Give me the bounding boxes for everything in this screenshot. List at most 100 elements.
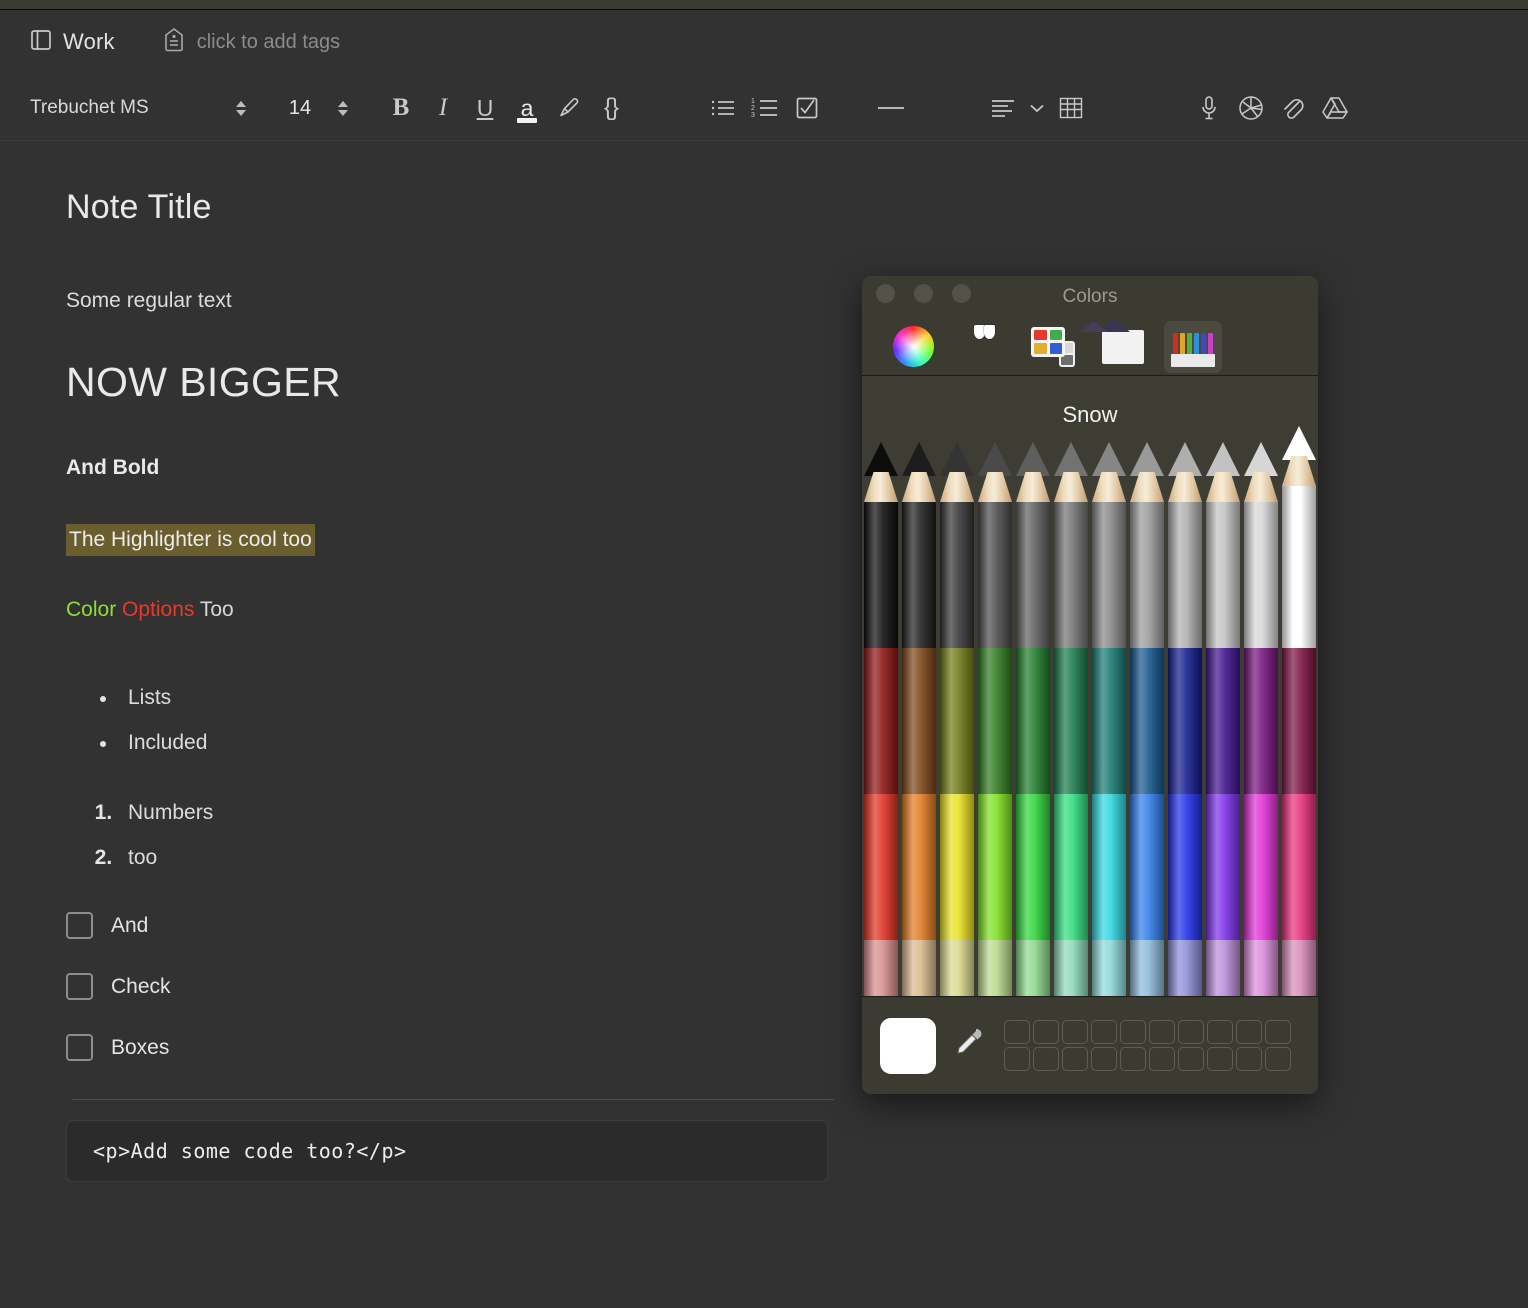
pencil-barrel: [1016, 794, 1050, 940]
horizontal-rule-button[interactable]: [870, 87, 912, 129]
code-block[interactable]: <p>Add some code too?</p>: [66, 1120, 828, 1182]
camera-shutter-icon: [1238, 95, 1264, 121]
highlighter-button[interactable]: [548, 87, 590, 129]
minimize-button[interactable]: [914, 284, 933, 303]
tab-pencils[interactable]: [1164, 321, 1222, 373]
bold-button[interactable]: B: [380, 87, 422, 129]
pencil-barrel: [864, 502, 898, 648]
pencil-swatch[interactable]: [1014, 442, 1052, 648]
table-button[interactable]: [1050, 87, 1092, 129]
color-slot[interactable]: [1265, 1020, 1291, 1044]
list-item[interactable]: Boxes: [66, 1034, 840, 1061]
checkbox-input[interactable]: [66, 1034, 93, 1061]
paragraph-regular: Some regular text: [66, 289, 840, 313]
pencil-grid[interactable]: [862, 442, 1318, 996]
color-slot[interactable]: [1149, 1020, 1175, 1044]
colors-panel[interactable]: Colors: [862, 276, 1318, 1094]
pencil-swatch[interactable]: [1280, 442, 1318, 648]
tab-color-sliders[interactable]: [954, 321, 1012, 373]
bullet-list-button[interactable]: [702, 87, 744, 129]
current-color-swatch[interactable]: [880, 1018, 936, 1074]
colored-word-green: Color: [66, 598, 116, 621]
checkbox-label: Check: [111, 975, 171, 999]
color-slot[interactable]: [1062, 1047, 1088, 1071]
checkbox-input[interactable]: [66, 973, 93, 1000]
color-slot[interactable]: [1120, 1047, 1146, 1071]
microphone-button[interactable]: [1188, 87, 1230, 129]
pencil-tip: [1206, 442, 1240, 476]
align-button[interactable]: [982, 87, 1024, 129]
pencil-wood: [1244, 472, 1278, 502]
font-size-value[interactable]: 14: [274, 97, 326, 120]
colors-panel-titlebar[interactable]: Colors: [862, 276, 1318, 318]
color-slot[interactable]: [1236, 1047, 1262, 1071]
pencil-swatch[interactable]: [938, 442, 976, 648]
tag-icon: [163, 27, 185, 58]
drive-button[interactable]: [1314, 87, 1356, 129]
text-color-button[interactable]: a: [506, 87, 548, 129]
pencil-barrel: [978, 794, 1012, 940]
color-slot[interactable]: [1033, 1047, 1059, 1071]
checkbox-input[interactable]: [66, 912, 93, 939]
tag-area[interactable]: click to add tags: [163, 27, 340, 58]
color-slot[interactable]: [1149, 1047, 1175, 1071]
color-slot[interactable]: [1091, 1020, 1117, 1044]
text-color-indicator: [517, 118, 537, 123]
color-slot[interactable]: [1207, 1047, 1233, 1071]
underline-button[interactable]: U: [464, 87, 506, 129]
color-slot[interactable]: [1091, 1047, 1117, 1071]
checkbox-list-icon: [795, 96, 819, 120]
pencil-swatch[interactable]: [1166, 442, 1204, 648]
tab-color-wheel[interactable]: [884, 321, 942, 373]
color-slot[interactable]: [1062, 1020, 1088, 1044]
pencil-swatch[interactable]: [1052, 442, 1090, 648]
checklist-button[interactable]: [786, 87, 828, 129]
svg-text:2: 2: [751, 105, 755, 112]
colored-word-plain: Too: [194, 598, 233, 621]
list-item[interactable]: And: [66, 912, 840, 939]
font-family-value[interactable]: Trebuchet MS: [30, 97, 230, 119]
color-slot[interactable]: [1033, 1020, 1059, 1044]
code-button[interactable]: {}: [590, 87, 632, 129]
color-slot[interactable]: [1236, 1020, 1262, 1044]
tab-image-palettes[interactable]: [1094, 321, 1152, 373]
note-content-area[interactable]: Note Title Some regular text NOW BIGGER …: [0, 142, 840, 1308]
color-slot[interactable]: [1004, 1047, 1030, 1071]
notebook-selector[interactable]: Work: [30, 28, 115, 57]
color-slot[interactable]: [1178, 1047, 1204, 1071]
attachment-button[interactable]: [1272, 87, 1314, 129]
color-slot[interactable]: [1207, 1020, 1233, 1044]
pencil-tip: [1130, 442, 1164, 476]
pencil-swatch[interactable]: [976, 442, 1014, 648]
eyedropper-icon[interactable]: [952, 1024, 984, 1068]
font-family-stepper[interactable]: [230, 94, 252, 122]
pencil-barrel: [1092, 502, 1126, 648]
camera-button[interactable]: [1230, 87, 1272, 129]
pencil-swatch[interactable]: [1242, 442, 1280, 648]
color-slot[interactable]: [1265, 1047, 1291, 1071]
font-size-stepper[interactable]: [332, 94, 354, 122]
zoom-button[interactable]: [952, 284, 971, 303]
numbered-list-button[interactable]: 1 2 3: [744, 87, 786, 129]
close-button[interactable]: [876, 284, 895, 303]
pencil-swatch[interactable]: [1128, 442, 1166, 648]
color-wheel-icon: [893, 326, 934, 367]
pencil-swatch[interactable]: [1090, 442, 1128, 648]
color-slot[interactable]: [1004, 1020, 1030, 1044]
color-slot[interactable]: [1178, 1020, 1204, 1044]
pencil-swatch[interactable]: [862, 442, 900, 648]
pencil-swatch[interactable]: [900, 442, 938, 648]
pencil-barrel: [1054, 794, 1088, 940]
color-slot[interactable]: [1120, 1020, 1146, 1044]
italic-button[interactable]: I: [422, 87, 464, 129]
align-dropdown-button[interactable]: [1024, 87, 1050, 129]
pencil-wood: [902, 472, 936, 502]
pencil-swatch[interactable]: [1204, 442, 1242, 648]
saved-color-slots[interactable]: [1004, 1020, 1291, 1071]
italic-label: I: [439, 94, 447, 122]
svg-text:1: 1: [751, 98, 755, 105]
pencil-barrel: [1206, 502, 1240, 648]
pencil-barrel: [864, 794, 898, 940]
tab-color-palettes[interactable]: [1024, 321, 1082, 373]
list-item[interactable]: Check: [66, 973, 840, 1000]
